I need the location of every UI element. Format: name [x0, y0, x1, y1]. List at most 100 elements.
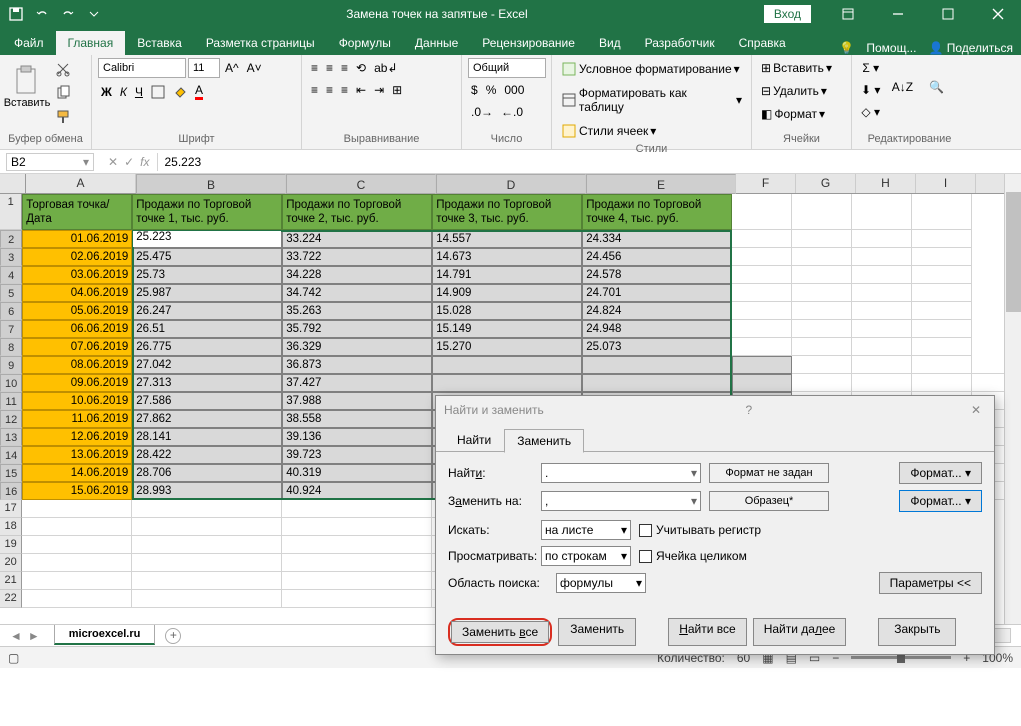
data-cell[interactable]	[582, 374, 732, 392]
data-cell[interactable]: 08.06.2019	[22, 356, 132, 374]
data-cell[interactable]	[732, 356, 792, 374]
enter-formula-icon[interactable]: ✓	[124, 155, 134, 169]
maximize-button[interactable]	[925, 0, 971, 28]
data-cell[interactable]: 10.06.2019	[22, 392, 132, 410]
paste-button[interactable]: Вставить	[6, 58, 48, 116]
data-cell[interactable]: 11.06.2019	[22, 410, 132, 428]
options-button[interactable]: Параметры <<	[879, 572, 982, 594]
data-cell[interactable]: 14.557	[432, 230, 582, 248]
data-cell[interactable]: 39.723	[282, 446, 432, 464]
tab-layout[interactable]: Разметка страницы	[194, 31, 327, 55]
data-cell[interactable]: 04.06.2019	[22, 284, 132, 302]
data-cell[interactable]: 24.456	[582, 248, 732, 266]
row-header[interactable]: 15	[0, 464, 22, 482]
find-next-button[interactable]: Найти далее	[753, 618, 847, 646]
data-cell[interactable]: 07.06.2019	[22, 338, 132, 356]
data-cell[interactable]: 25.73	[132, 266, 282, 284]
fx-icon[interactable]: fx	[140, 155, 149, 169]
data-cell[interactable]: 27.862	[132, 410, 282, 428]
ribbon-options-icon[interactable]	[825, 0, 871, 28]
search-scope-select[interactable]: на листе▾	[541, 520, 631, 540]
tab-find[interactable]: Найти	[444, 428, 504, 452]
data-cell[interactable]: 36.329	[282, 338, 432, 356]
data-cell[interactable]: 14.909	[432, 284, 582, 302]
data-cell[interactable]: 24.948	[582, 320, 732, 338]
data-cell[interactable]: 28.706	[132, 464, 282, 482]
header-cell[interactable]: Продажи по Торговой точке 3, тыс. руб.	[432, 194, 582, 230]
data-cell[interactable]: 25.073	[582, 338, 732, 356]
data-cell[interactable]: 27.313	[132, 374, 282, 392]
record-macro-icon[interactable]: ▢	[8, 651, 19, 665]
merge-icon[interactable]: ⊞	[389, 80, 405, 100]
fill-color-icon[interactable]	[170, 82, 190, 102]
fill-icon[interactable]: ⬇ ▾	[858, 80, 883, 100]
row-header[interactable]: 3	[0, 248, 22, 266]
cells-insert-button[interactable]: ⊞ Вставить ▾	[758, 58, 835, 78]
data-cell[interactable]: 27.586	[132, 392, 282, 410]
data-cell[interactable]: 28.422	[132, 446, 282, 464]
select-all-corner[interactable]	[0, 174, 26, 193]
conditional-formatting-button[interactable]: Условное форматирование ▾	[558, 58, 743, 80]
help-icon[interactable]: ?	[746, 403, 753, 417]
row-header[interactable]: 10	[0, 374, 22, 392]
data-cell[interactable]: 28.141	[132, 428, 282, 446]
data-cell[interactable]: 06.06.2019	[22, 320, 132, 338]
replace-input[interactable]: ,▾	[541, 491, 701, 511]
comma-icon[interactable]: 000	[501, 80, 527, 100]
align-center-icon[interactable]: ≡	[323, 80, 336, 100]
data-cell[interactable]: 40.319	[282, 464, 432, 482]
row-header[interactable]: 4	[0, 266, 22, 284]
align-left-icon[interactable]: ≡	[308, 80, 321, 100]
sort-filter-icon[interactable]: A↓Z	[887, 58, 917, 116]
tab-view[interactable]: Вид	[587, 31, 633, 55]
close-button[interactable]	[975, 0, 1021, 28]
row-header[interactable]: 21	[0, 572, 22, 590]
align-top-icon[interactable]: ≡	[308, 58, 321, 78]
row-header[interactable]: 1	[0, 194, 22, 230]
italic-icon[interactable]: К	[117, 82, 130, 102]
data-cell[interactable]: 25.987	[132, 284, 282, 302]
find-all-button[interactable]: Найти все	[668, 618, 747, 646]
header-cell[interactable]: Продажи по Торговой точке 1, тыс. руб.	[132, 194, 282, 230]
data-cell[interactable]: 09.06.2019	[22, 374, 132, 392]
copy-icon[interactable]	[52, 82, 74, 104]
row-header[interactable]: 6	[0, 302, 22, 320]
sheet-nav-next-icon[interactable]: ►	[28, 629, 40, 643]
col-header[interactable]: B	[136, 174, 286, 194]
data-cell[interactable]: 15.06.2019	[22, 482, 132, 500]
row-header[interactable]: 19	[0, 536, 22, 554]
data-cell[interactable]: 25.475	[132, 248, 282, 266]
row-header[interactable]: 18	[0, 518, 22, 536]
data-cell[interactable]: 38.558	[282, 410, 432, 428]
clear-icon[interactable]: ◇ ▾	[858, 102, 883, 122]
format-painter-icon[interactable]	[52, 106, 74, 128]
name-box[interactable]: B2▾	[6, 153, 94, 171]
data-cell[interactable]: 03.06.2019	[22, 266, 132, 284]
data-cell[interactable]: 24.824	[582, 302, 732, 320]
row-header[interactable]: 12	[0, 410, 22, 428]
data-cell[interactable]: 14.791	[432, 266, 582, 284]
decrease-font-icon[interactable]: A˅	[244, 58, 265, 78]
borders-icon[interactable]	[148, 82, 168, 102]
col-header[interactable]: G	[796, 174, 856, 193]
font-size-select[interactable]	[188, 58, 220, 78]
data-cell[interactable]: 34.228	[282, 266, 432, 284]
lightbulb-icon[interactable]: 💡	[839, 41, 854, 55]
help-search[interactable]: Помощ...	[866, 41, 916, 55]
row-header[interactable]: 14	[0, 446, 22, 464]
tab-formulas[interactable]: Формулы	[327, 31, 403, 55]
cells-delete-button[interactable]: ⊟ Удалить ▾	[758, 81, 830, 101]
data-cell[interactable]: 35.792	[282, 320, 432, 338]
data-cell[interactable]: 14.673	[432, 248, 582, 266]
data-cell[interactable]: 15.149	[432, 320, 582, 338]
data-cell[interactable]: 33.722	[282, 248, 432, 266]
number-format-select[interactable]	[468, 58, 546, 78]
data-cell[interactable]: 13.06.2019	[22, 446, 132, 464]
data-cell[interactable]: 34.742	[282, 284, 432, 302]
sheet-tab[interactable]: microexcel.ru	[54, 625, 156, 645]
data-cell[interactable]: 33.224	[282, 230, 432, 248]
tab-help[interactable]: Справка	[727, 31, 798, 55]
bold-icon[interactable]: Ж	[98, 82, 115, 102]
find-input[interactable]: .▾	[541, 463, 701, 483]
replace-format-button[interactable]: Формат... ▾	[899, 490, 982, 512]
